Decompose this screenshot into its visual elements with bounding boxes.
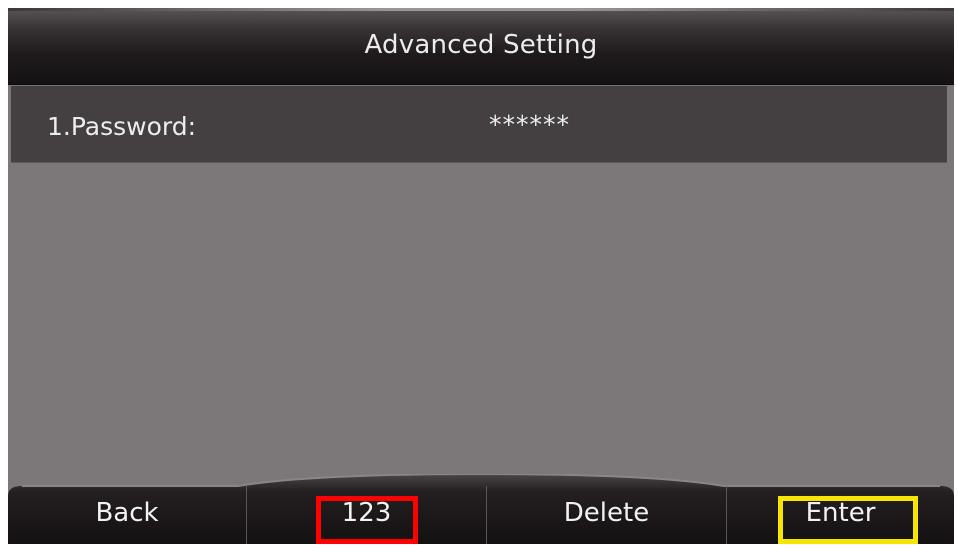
password-field[interactable]: ****** — [489, 110, 570, 139]
password-label: 1.Password: — [47, 112, 197, 141]
highlight-box-red — [316, 496, 418, 544]
back-label: Back — [95, 498, 159, 528]
delete-softkey[interactable]: Delete — [487, 482, 726, 544]
delete-label: Delete — [563, 498, 650, 528]
highlight-box-yellow — [778, 496, 918, 544]
title-bar: Advanced Setting — [8, 8, 954, 85]
softkey-bar: Back 123 Delete Enter — [8, 474, 954, 544]
page-title: Advanced Setting — [364, 30, 598, 60]
phone-screen: Advanced Setting 1.Password: ****** Back… — [8, 8, 954, 544]
menu-item-password[interactable]: 1.Password: ****** — [11, 86, 947, 163]
back-softkey[interactable]: Back — [8, 482, 246, 544]
